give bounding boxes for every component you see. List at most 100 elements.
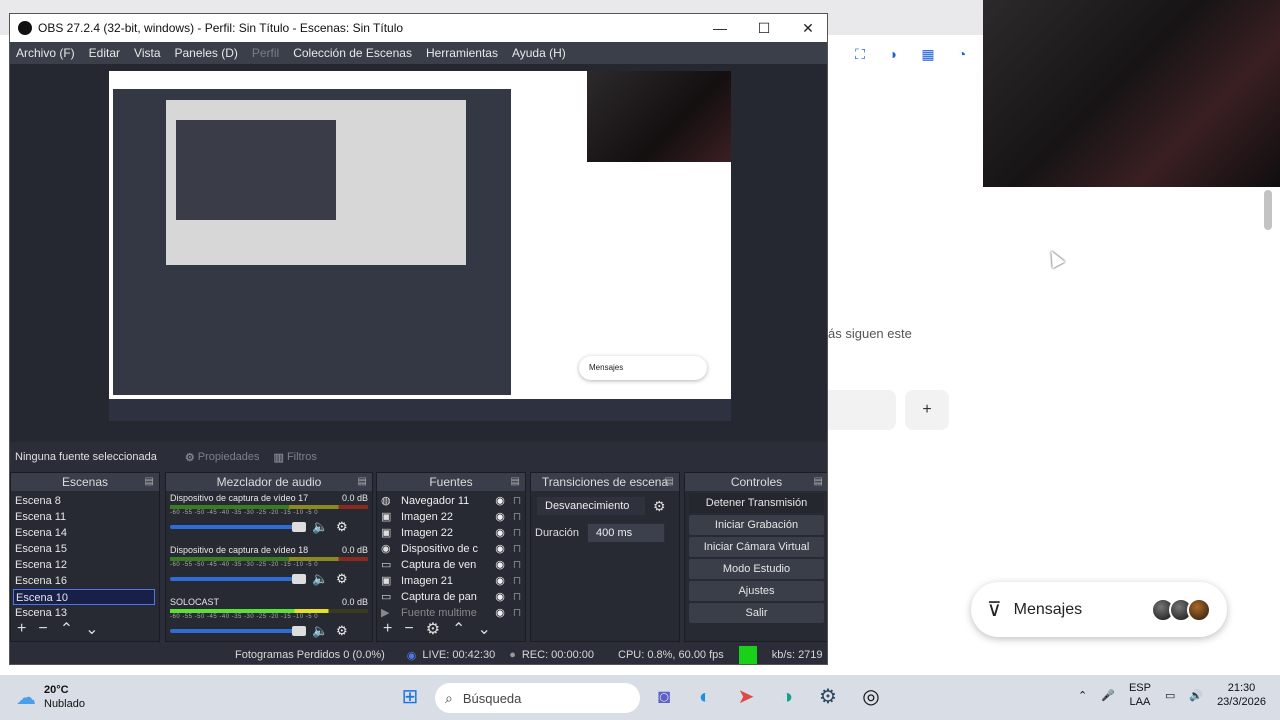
eye-icon[interactable]: ◉ [491,573,509,589]
messenger-icon[interactable]: ◔ [953,45,971,63]
volume-slider[interactable] [170,522,306,532]
image-icon: ▣ [381,511,392,523]
language-indicator[interactable]: ESP LAA [1129,681,1151,709]
maximize-button[interactable]: ☐ [742,14,786,42]
source-item[interactable]: ▣ Imagen 21 ◉ ⊓ [377,573,525,589]
lock-icon[interactable]: ⊓ [509,541,525,557]
start-recording-button[interactable]: Iniciar Grabación [689,515,824,535]
dock-icon[interactable]: ▤ [358,473,367,491]
gear-icon[interactable]: ⚙ [426,619,440,639]
dock-icon[interactable]: ▤ [665,473,674,491]
dock-icon[interactable]: ▤ [814,473,823,491]
scene-item[interactable]: Escena 8 [13,493,155,509]
scene-item[interactable]: Escena 12 [13,557,155,573]
scene-item[interactable]: Escena 11 [13,509,155,525]
dock-icon[interactable]: ▤ [511,473,520,491]
menu-ayuda[interactable]: Ayuda (H) [512,46,566,60]
remove-icon[interactable]: − [38,620,47,638]
source-item[interactable]: ▣ Imagen 22 ◉ ⊓ [377,525,525,541]
menu-archivo[interactable]: Archivo (F) [16,46,75,60]
scene-item[interactable]: Escena 16 [13,573,155,589]
edge-dev-icon[interactable]: ◑ [773,683,801,711]
lock-icon[interactable]: ⊓ [509,525,525,541]
mixer-title: Mezclador de audio [216,475,322,489]
lock-icon[interactable]: ⊓ [509,589,525,605]
exit-button[interactable]: Salir [689,603,824,623]
add-icon[interactable]: + [383,620,392,638]
eye-icon[interactable]: ◉ [491,557,509,573]
add-icon[interactable]: + [17,620,26,638]
eye-icon[interactable]: ◉ [491,509,509,525]
extension-icon[interactable]: ▦ [919,45,937,63]
down-icon[interactable]: ⌄ [477,619,490,639]
lock-icon[interactable]: ⊓ [509,557,525,573]
source-item[interactable]: ◉ Dispositivo de c ◉ ⊓ [377,541,525,557]
telegram-icon[interactable]: ➤ [732,683,760,711]
settings-button[interactable]: Ajustes [689,581,824,601]
studio-mode-button[interactable]: Modo Estudio [689,559,824,579]
down-icon[interactable]: ⌄ [85,619,98,639]
add-person-icon[interactable]: + [905,390,949,430]
duration-input[interactable]: 400 ms [587,523,666,543]
speaker-icon[interactable]: 🔈 [312,623,328,639]
chevron-up-icon[interactable]: ⌃ [1078,689,1087,702]
steam-icon[interactable]: ⚙ [814,683,842,711]
gear-icon[interactable]: ⚙ [336,571,348,587]
display-icon[interactable]: ▭ [1165,689,1175,702]
properties-button[interactable]: ⚙ Propiedades [185,451,260,464]
preview-canvas[interactable]: Mensajes [109,71,731,421]
close-button[interactable]: ✕ [786,14,827,42]
edge-icon[interactable]: ◐ [691,683,719,711]
source-item[interactable]: ▣ Imagen 22 ◉ ⊓ [377,509,525,525]
scene-item-selected[interactable]: Escena 10 [13,589,155,605]
gear-icon[interactable]: ⚙ [653,498,666,515]
obs-taskbar-icon[interactable]: ◎ [857,683,885,711]
up-icon[interactable]: ⌃ [60,619,73,639]
volume-icon[interactable]: 🔊 [1189,689,1203,702]
eye-icon[interactable]: ◉ [491,541,509,557]
screenshot-icon[interactable]: ⛶ [851,45,869,63]
menu-coleccion[interactable]: Colección de Escenas [293,46,412,60]
eye-icon[interactable]: ◉ [491,589,509,605]
volume-slider[interactable] [170,574,306,584]
source-item[interactable]: ▭ Captura de ven ◉ ⊓ [377,557,525,573]
messages-button[interactable]: ⊽ Mensajes [971,582,1227,637]
preview-area[interactable]: Mensajes [10,64,827,442]
minimize-button[interactable]: — [698,14,742,42]
microphone-icon[interactable]: 🎤 [1101,689,1115,702]
clock[interactable]: 21:30 23/3/2026 [1217,681,1266,709]
read-aloud-icon[interactable]: ◗ [885,45,903,63]
weather-widget[interactable]: ☁ 20°C Nublado [16,683,85,711]
start-virtual-camera-button[interactable]: Iniciar Cámara Virtual [689,537,824,557]
scene-item[interactable]: Escena 15 [13,541,155,557]
menu-herramientas[interactable]: Herramientas [426,46,498,60]
comment-input[interactable] [828,390,896,430]
speaker-icon[interactable]: 🔈 [312,519,328,535]
page-scrollbar[interactable] [1264,190,1272,230]
lock-icon[interactable]: ⊓ [509,573,525,589]
menu-vista[interactable]: Vista [134,46,160,60]
title-bar[interactable]: OBS 27.2.4 (32-bit, windows) - Perfil: S… [10,14,827,42]
up-icon[interactable]: ⌃ [452,619,465,639]
source-item[interactable]: ▭ Captura de pan ◉ ⊓ [377,589,525,605]
remove-icon[interactable]: − [404,620,413,638]
gear-icon[interactable]: ⚙ [336,519,348,535]
transition-select[interactable]: Desvanecimiento [537,497,645,515]
scene-item[interactable]: Escena 14 [13,525,155,541]
filters-button[interactable]: ▥ Filtros [274,451,317,464]
windows-start-icon[interactable]: ⊞ [396,683,424,711]
search-box[interactable]: ⌕ Búsqueda [435,683,640,713]
stop-stream-button[interactable]: Detener Transmisión [689,493,824,513]
lock-icon[interactable]: ⊓ [509,493,525,509]
volume-slider[interactable] [170,626,306,636]
speaker-icon[interactable]: 🔈 [312,571,328,587]
gear-icon[interactable]: ⚙ [336,623,348,639]
menu-editar[interactable]: Editar [89,46,120,60]
eye-icon[interactable]: ◉ [491,493,509,509]
menu-paneles[interactable]: Paneles (D) [175,46,238,60]
discord-icon[interactable]: ◙ [650,683,678,711]
dock-icon[interactable]: ▤ [145,473,154,491]
source-item[interactable]: ◍ Navegador 11 ◉ ⊓ [377,493,525,509]
eye-icon[interactable]: ◉ [491,525,509,541]
lock-icon[interactable]: ⊓ [509,509,525,525]
